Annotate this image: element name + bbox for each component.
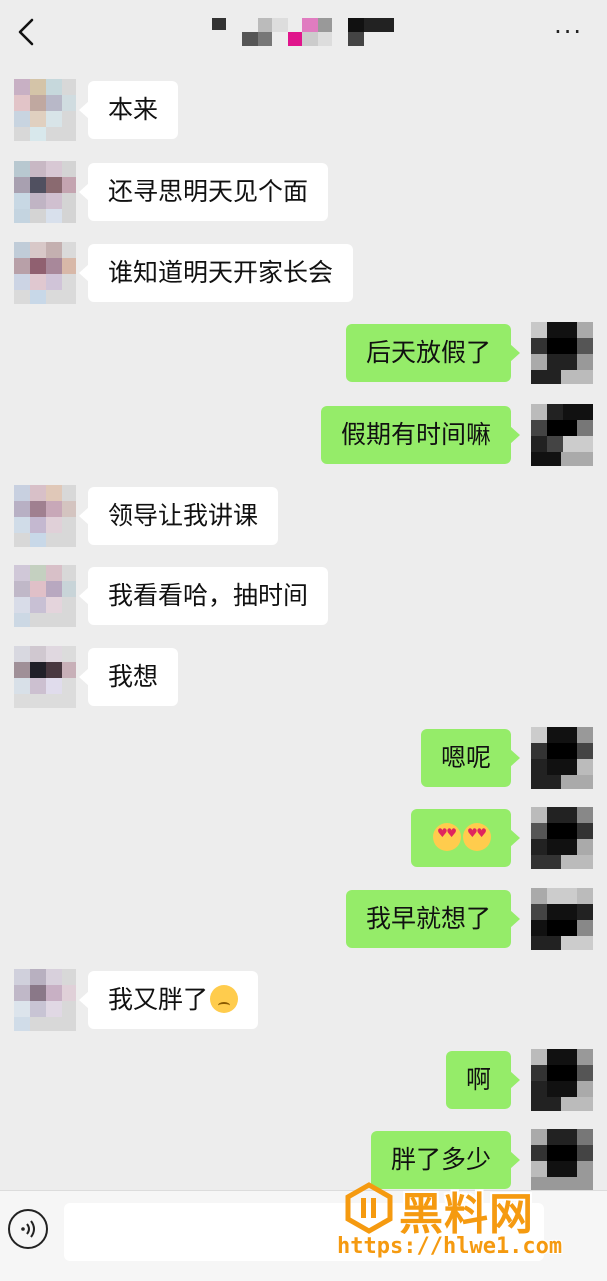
avatar[interactable] — [14, 161, 76, 223]
message-text: 谁知道明天开家长会 — [108, 258, 334, 287]
message-text: 我又胖了 — [108, 985, 209, 1014]
watermark-logo-icon — [343, 1182, 395, 1234]
message-bubble[interactable]: 我早就想了 — [345, 890, 521, 948]
message-text: 嗯呢 — [440, 743, 491, 772]
avatar[interactable] — [14, 565, 76, 627]
title-bar: ··· — [0, 0, 607, 66]
message-row: 领导让我讲课 — [0, 485, 607, 549]
message-row: 嗯呢 — [0, 727, 607, 791]
voice-input-button[interactable] — [8, 1209, 48, 1249]
message-text: 本来 — [108, 95, 159, 124]
message-row: 我早就想了 — [0, 888, 607, 952]
message-bubble[interactable]: 谁知道明天开家长会 — [78, 244, 354, 302]
watermark-text: 黑料网 — [399, 1189, 534, 1240]
message-bubble[interactable]: 嗯呢 — [420, 729, 521, 787]
avatar[interactable] — [14, 646, 76, 708]
message-text: 假期有时间嘛 — [340, 420, 491, 449]
message-bubble[interactable]: 领导让我讲课 — [78, 487, 279, 545]
avatar[interactable] — [531, 727, 593, 789]
message-bubble[interactable]: 后天放假了 — [345, 324, 521, 382]
avatar[interactable] — [14, 79, 76, 141]
message-bubble[interactable]: 我又胖了 — [78, 971, 259, 1029]
message-row — [0, 807, 607, 871]
heart-eyes-emoji-icon — [433, 823, 461, 851]
message-text: 我想 — [108, 662, 159, 691]
message-bubble[interactable]: 还寻思明天见个面 — [78, 163, 329, 221]
message-text: 后天放假了 — [365, 338, 491, 367]
avatar[interactable] — [531, 1049, 593, 1111]
message-row: 我看看哈，抽时间 — [0, 565, 607, 629]
message-row: 谁知道明天开家长会 — [0, 242, 607, 306]
message-bubble[interactable]: 啊 — [445, 1051, 521, 1109]
avatar[interactable] — [531, 888, 593, 950]
message-bubble[interactable]: 我想 — [78, 648, 179, 706]
message-text: 啊 — [465, 1065, 491, 1094]
message-row: 还寻思明天见个面 — [0, 161, 607, 225]
back-button[interactable] — [12, 14, 44, 50]
message-bubble[interactable]: 假期有时间嘛 — [320, 406, 521, 464]
message-row: 我想 — [0, 646, 607, 710]
chat-title-obscured — [212, 14, 402, 48]
watermark: 黑料网 https://hlwe1.com — [337, 1182, 593, 1266]
avatar[interactable] — [531, 807, 593, 869]
sad-face-emoji-icon — [210, 985, 239, 1013]
message-bubble[interactable]: 我看看哈，抽时间 — [78, 567, 329, 625]
message-row: 本来 — [0, 79, 607, 143]
avatar[interactable] — [14, 969, 76, 1031]
message-text: 还寻思明天见个面 — [108, 177, 309, 206]
more-options-button[interactable]: ··· — [554, 18, 583, 46]
avatar[interactable] — [14, 485, 76, 547]
message-bubble[interactable]: 本来 — [78, 81, 179, 139]
message-row: 假期有时间嘛 — [0, 404, 607, 468]
message-bubble[interactable] — [411, 809, 520, 867]
avatar[interactable] — [531, 404, 593, 466]
watermark-url: https://hlwe1.com — [337, 1234, 563, 1259]
chevron-left-icon — [12, 18, 44, 54]
message-text: 我早就想了 — [365, 904, 491, 933]
avatar[interactable] — [531, 322, 593, 384]
message-text: 领导让我讲课 — [108, 501, 259, 530]
heart-eyes-emoji-icon — [463, 823, 491, 851]
message-row: 我又胖了 — [0, 969, 607, 1033]
message-row: 啊 — [0, 1049, 607, 1113]
message-text: 胖了多少 — [390, 1145, 491, 1174]
message-text: 我看看哈，抽时间 — [108, 581, 309, 610]
message-row: 后天放假了 — [0, 322, 607, 386]
avatar[interactable] — [14, 242, 76, 304]
